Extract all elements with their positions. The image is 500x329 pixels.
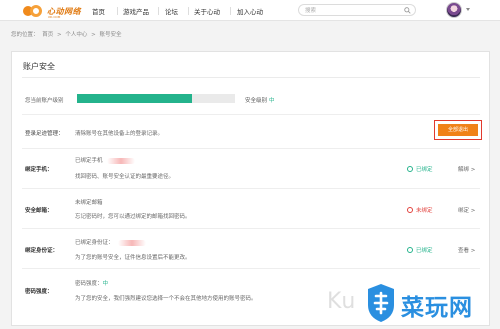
check-circle-icon (407, 247, 413, 253)
nav-divider (230, 7, 231, 15)
security-level-caption: 安全级别 (245, 98, 268, 104)
nav-divider (158, 7, 159, 15)
warning-circle-icon (407, 207, 413, 213)
idcard-view-link[interactable]: 查看 > (458, 246, 475, 254)
idcard-bound-status: 已绑定 (407, 246, 433, 254)
security-level-bar (77, 94, 235, 103)
divider (22, 228, 480, 229)
email-bind-link[interactable]: 绑定 > (458, 206, 475, 214)
breadcrumb-separator: > (57, 32, 62, 38)
watermark-text: 菜玩网 (401, 295, 473, 321)
divider (22, 268, 480, 269)
email-line1: 未绑定邮箱 (75, 200, 103, 206)
phone-description: 找回密码、账号安全认证的最重要途径。 (75, 174, 175, 180)
email-label: 安全邮箱： (25, 208, 53, 214)
nav-divider (188, 7, 189, 15)
security-level-bar-fill (77, 94, 193, 103)
idcard-label: 绑定身份证： (25, 248, 59, 254)
watermark-badge-icon (368, 284, 394, 322)
idcard-bound-text: 已绑定 (416, 248, 433, 254)
nav-home[interactable]: 首页 (92, 0, 105, 21)
divider (22, 188, 480, 189)
security-level-label: 您当前账户级别 (25, 98, 64, 104)
nav-games[interactable]: 游戏产品 (123, 0, 149, 21)
logo-mark-icon (23, 5, 45, 17)
phone-bound-status: 已绑定 (407, 165, 433, 173)
phone-status-line: 已绑定手机 (75, 156, 135, 164)
nav-forum[interactable]: 论坛 (165, 0, 178, 21)
nav-join[interactable]: 加入心动 (237, 0, 263, 21)
idcard-line1: 已绑定身份证： (75, 240, 114, 246)
search-box (298, 4, 416, 16)
breadcrumb-user-center[interactable]: 个人中心 (65, 32, 87, 38)
divider (22, 114, 480, 115)
logo-subtext: XD.COM (48, 15, 61, 19)
redacted-idcard (117, 239, 146, 246)
email-unbound-status: 未绑定 (407, 206, 433, 214)
phone-unbind-link[interactable]: 解绑 > (458, 165, 475, 173)
email-unbound-text: 未绑定 (416, 208, 433, 214)
phone-label: 绑定手机： (25, 167, 53, 173)
breadcrumb: 您的位置： 首页 > 个人中心 > 账号安全 (11, 30, 124, 38)
watermark-ku: Ku (327, 289, 357, 314)
phone-bound-text: 已绑定 (416, 167, 433, 173)
idcard-status-line: 已绑定身份证： (75, 238, 146, 246)
user-avatar[interactable] (446, 2, 462, 18)
chevron-down-icon[interactable] (466, 8, 470, 11)
check-circle-icon (407, 166, 413, 172)
password-strength-value: 中 (102, 281, 109, 287)
phone-line1: 已绑定手机 (75, 158, 103, 164)
nav-divider (117, 7, 118, 15)
breadcrumb-current: 账号安全 (99, 32, 122, 38)
divider (22, 148, 480, 149)
login-mgmt-text: 清除账号在其他设备上的登录记录。 (75, 131, 164, 137)
search-input[interactable] (305, 6, 401, 15)
search-icon[interactable] (404, 7, 411, 14)
idcard-description: 为了您的账号安全，证件信息设置后不能更改。 (75, 255, 191, 261)
email-description: 忘记密码时，您可以通过绑定的邮箱找回密码。 (75, 214, 191, 220)
top-bar: 心动网络 XD.COM 首页 游戏产品 论坛 关于心动 加入心动 (0, 0, 500, 21)
password-strength-line: 密码强度：中 (75, 279, 108, 287)
nav-about[interactable]: 关于心动 (194, 0, 220, 21)
breadcrumb-prefix: 您的位置： (11, 32, 39, 38)
password-description: 为了您的安全，我们强烈建议您选择一个不会在其他地方使用的账号密码。 (75, 296, 257, 302)
logout-all-button[interactable]: 全部退出 (438, 124, 478, 136)
page-title: 账户安全 (23, 62, 55, 71)
watermark: Ku 菜玩网 (327, 283, 497, 325)
security-level-value: 中 (269, 98, 275, 104)
breadcrumb-home[interactable]: 首页 (42, 32, 53, 38)
login-mgmt-label: 登录足迹管理： (25, 131, 64, 137)
divider (22, 77, 480, 78)
password-label: 密码强度： (25, 289, 53, 295)
password-strength-prefix: 密码强度： (75, 281, 103, 287)
security-level-text: 安全级别中 (245, 96, 275, 104)
breadcrumb-separator: > (91, 32, 96, 38)
redacted-phone (106, 157, 135, 164)
